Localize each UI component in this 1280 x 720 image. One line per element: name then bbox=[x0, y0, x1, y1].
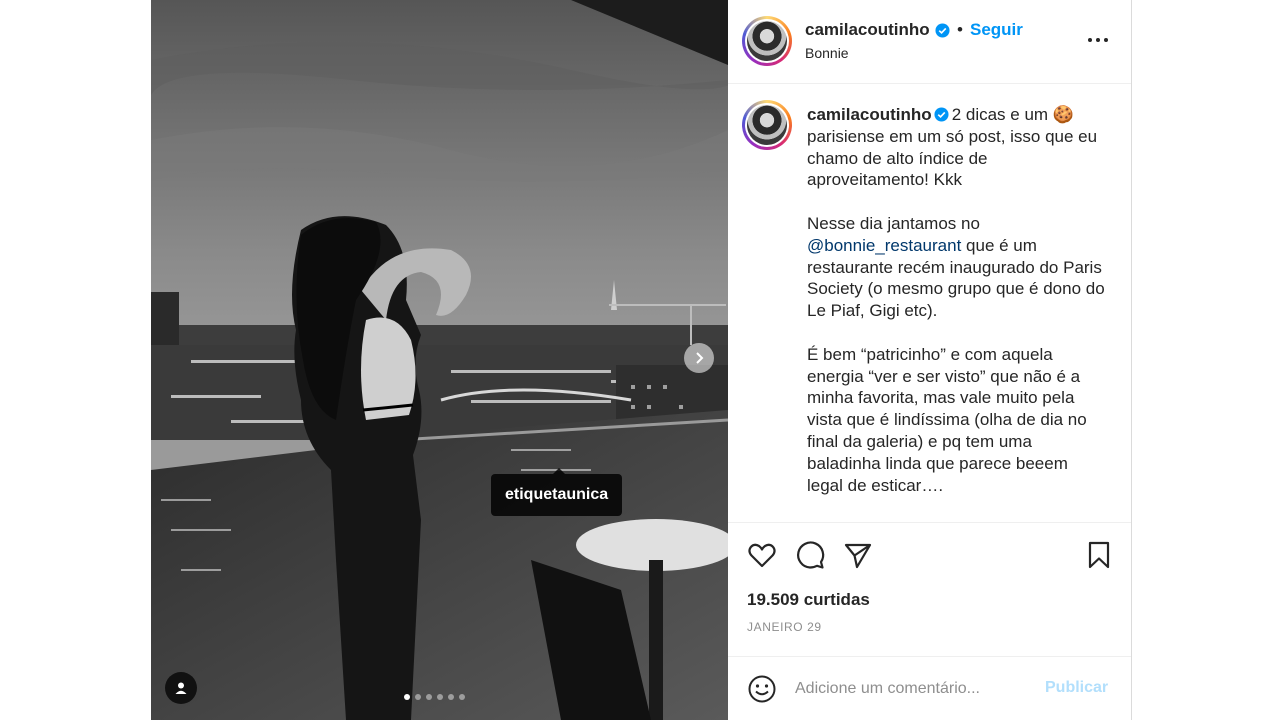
carousel-dot bbox=[426, 694, 432, 700]
avatar-image bbox=[747, 105, 787, 145]
publish-button[interactable]: Publicar bbox=[1045, 679, 1108, 697]
post-actions: 19.509 curtidas JANEIRO 29 bbox=[728, 522, 1131, 656]
verified-badge-icon bbox=[935, 22, 950, 38]
emoji-smile-icon[interactable] bbox=[747, 674, 777, 704]
post-photo[interactable]: etiquetaunica bbox=[151, 0, 728, 720]
avatar-image bbox=[747, 21, 787, 61]
instagram-post-view: etiquetaunica camilacoutinho • Seguir Bo… bbox=[0, 0, 1280, 720]
caption-paragraph-2-start: Nesse dia jantamos no bbox=[807, 213, 980, 233]
carousel-dot bbox=[415, 694, 421, 700]
carousel-dot bbox=[437, 694, 443, 700]
comment-bubble-icon[interactable] bbox=[794, 539, 826, 571]
heart-icon[interactable] bbox=[746, 539, 778, 571]
carousel-indicator bbox=[404, 694, 465, 700]
paper-plane-icon[interactable] bbox=[842, 539, 874, 571]
caption-paragraph-2: Nesse dia jantamos no @bonnie_restaurant… bbox=[807, 213, 1107, 322]
next-slide-button[interactable] bbox=[684, 343, 714, 373]
comment-input[interactable] bbox=[795, 677, 1035, 701]
night-city-scene-image bbox=[151, 0, 728, 720]
separator-dot: • bbox=[957, 20, 963, 39]
more-options-icon[interactable] bbox=[1086, 30, 1110, 50]
verified-badge-icon bbox=[934, 107, 949, 122]
author-avatar[interactable] bbox=[742, 16, 792, 66]
chevron-right-icon bbox=[696, 352, 704, 364]
bookmark-icon[interactable] bbox=[1083, 539, 1115, 571]
author-username: camilacoutinho bbox=[805, 20, 930, 39]
product-tag-chip[interactable]: etiquetaunica bbox=[491, 468, 623, 516]
comment-form: Publicar bbox=[728, 656, 1131, 720]
product-tag-label: etiquetaunica bbox=[505, 486, 609, 503]
post-date[interactable]: JANEIRO 29 bbox=[747, 620, 822, 634]
location-link[interactable]: Bonnie bbox=[805, 45, 849, 61]
post-details-panel: camilacoutinho • Seguir Bonnie camilacou… bbox=[728, 0, 1132, 720]
author-username-link[interactable]: camilacoutinho bbox=[805, 20, 950, 40]
caption-author-avatar[interactable] bbox=[742, 100, 792, 150]
user-tags-button[interactable] bbox=[165, 672, 197, 704]
caption-paragraph-3: É bem “patricinho” e com aquela energia … bbox=[807, 344, 1087, 495]
follow-button[interactable]: Seguir bbox=[970, 20, 1023, 40]
carousel-dot bbox=[459, 694, 465, 700]
mention-link[interactable]: @bonnie_restaurant bbox=[807, 236, 961, 255]
caption-text: camilacoutinho 2 dicas e um 🍪 parisiense … bbox=[807, 104, 1107, 496]
post-header: camilacoutinho • Seguir Bonnie bbox=[728, 0, 1131, 84]
carousel-dot bbox=[448, 694, 454, 700]
user-tag-icon bbox=[175, 682, 187, 694]
caption-section: camilacoutinho 2 dicas e um 🍪 parisiense … bbox=[728, 85, 1131, 522]
likes-count[interactable]: 19.509 curtidas bbox=[747, 590, 870, 610]
carousel-dot-active bbox=[404, 694, 410, 700]
caption-username-link[interactable]: camilacoutinho bbox=[807, 105, 932, 124]
